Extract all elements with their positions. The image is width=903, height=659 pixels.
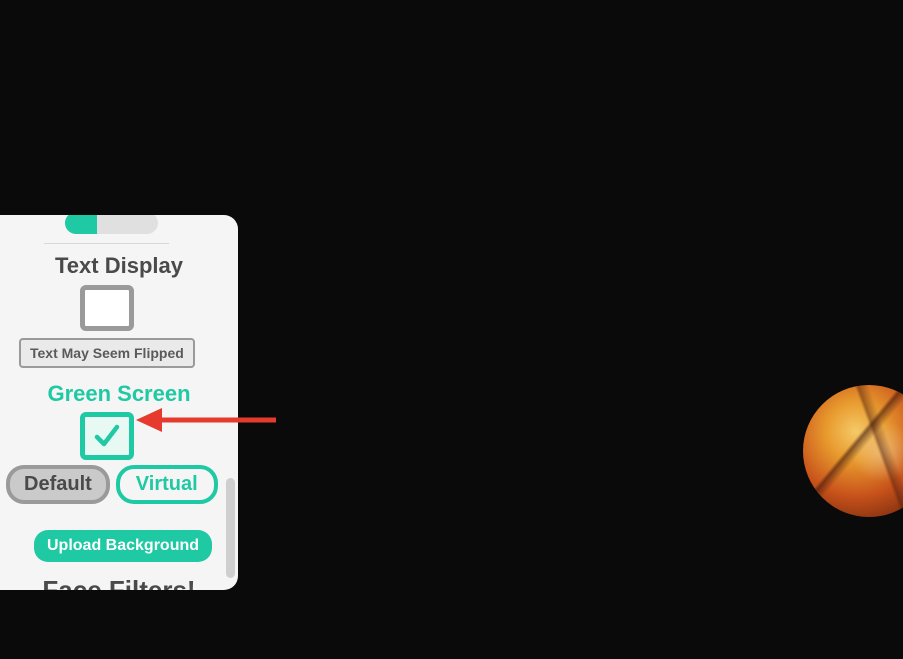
text-display-title: Text Display [0,253,238,279]
avatar[interactable] [803,385,903,517]
green-screen-title: Green Screen [0,381,238,407]
settings-panel: Text Display Text May Seem Flipped Green… [0,215,238,590]
toggle-fragment[interactable] [65,215,158,234]
tab-default[interactable]: Default [6,465,110,504]
scrollbar-thumb[interactable] [226,478,235,578]
toggle-on-segment [65,215,97,234]
text-flipped-hint: Text May Seem Flipped [19,338,195,368]
tab-virtual[interactable]: Virtual [116,465,218,504]
mode-tabs: Default Virtual [6,465,218,504]
divider [44,243,169,244]
face-filters-title: Face Filters! [0,575,238,590]
upload-background-button[interactable]: Upload Background [34,530,212,562]
checkmark-icon [92,421,122,451]
green-screen-checkbox[interactable] [80,412,134,460]
text-display-checkbox[interactable] [80,285,134,331]
